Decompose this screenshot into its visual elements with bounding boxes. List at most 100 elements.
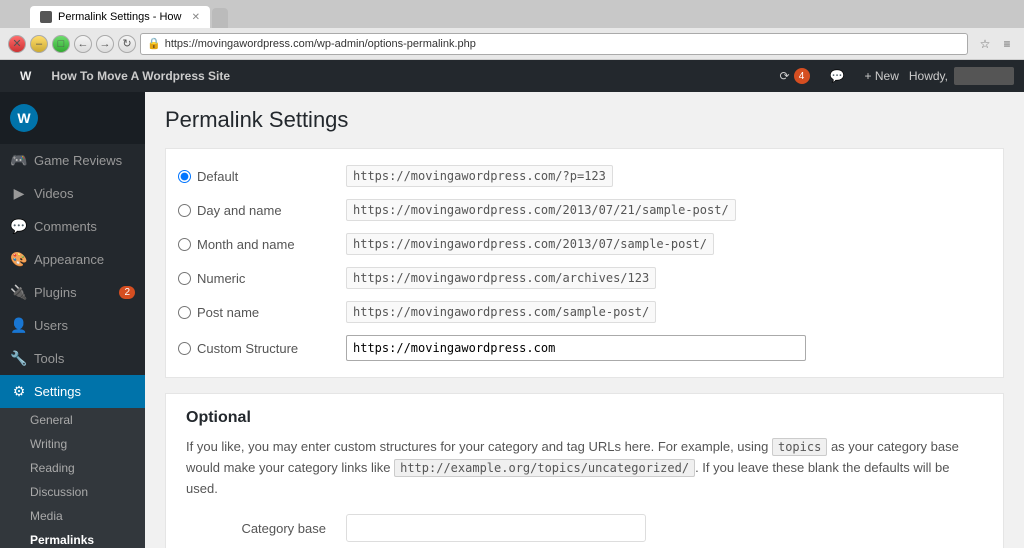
- radio-label-post-name[interactable]: Post name: [178, 305, 338, 320]
- radio-row-custom: Custom Structure: [166, 329, 1003, 367]
- sidebar-item-game-reviews[interactable]: 🎮 Game Reviews: [0, 144, 145, 177]
- radio-row-month-name: Month and name https://movingawordpress.…: [166, 227, 1003, 261]
- submenu-writing[interactable]: Writing: [0, 432, 145, 456]
- admin-bar-howdy: Howdy,: [909, 67, 1014, 85]
- appearance-icon: 🎨: [10, 251, 28, 268]
- radio-label-numeric[interactable]: Numeric: [178, 271, 338, 286]
- tab-favicon: [40, 11, 52, 23]
- browser-minimize-button[interactable]: –: [30, 35, 48, 53]
- sidebar: W 🎮 Game Reviews ▶ Videos 💬 Comments 🎨 A…: [0, 92, 145, 548]
- sidebar-item-tools[interactable]: 🔧 Tools: [0, 342, 145, 375]
- tab-close-button[interactable]: ✕: [192, 12, 200, 23]
- radio-day-name[interactable]: [178, 204, 191, 217]
- radio-text-month-name: Month and name: [197, 237, 295, 252]
- plugins-badge: 2: [119, 286, 135, 299]
- radio-numeric[interactable]: [178, 272, 191, 285]
- tab-bar: Permalink Settings - How ✕: [0, 0, 1024, 28]
- wp-logo-text: W: [20, 69, 31, 83]
- radio-text-custom: Custom Structure: [197, 341, 298, 356]
- howdy-text: Howdy,: [909, 69, 948, 83]
- sidebar-label-tools: Tools: [34, 351, 64, 366]
- bookmark-icon[interactable]: ☆: [976, 35, 994, 53]
- admin-bar-site-name[interactable]: How To Move A Wordpress Site: [41, 60, 769, 92]
- game-reviews-icon: 🎮: [10, 152, 28, 169]
- submenu-permalinks[interactable]: Permalinks: [0, 528, 145, 548]
- category-base-input[interactable]: [346, 514, 646, 542]
- optional-title: Optional: [186, 409, 983, 427]
- back-button[interactable]: ←: [74, 35, 92, 53]
- tab-label: Permalink Settings - How: [58, 11, 182, 23]
- active-tab[interactable]: Permalink Settings - How ✕: [30, 6, 210, 28]
- admin-bar-new[interactable]: + New: [855, 60, 909, 92]
- category-base-label: Category base: [186, 521, 336, 536]
- sidebar-label-users: Users: [34, 318, 68, 333]
- permalink-radio-table: Default https://movingawordpress.com/?p=…: [166, 149, 1003, 377]
- radio-text-numeric: Numeric: [197, 271, 245, 286]
- radio-text-day-name: Day and name: [197, 203, 282, 218]
- users-icon: 👤: [10, 317, 28, 334]
- forward-button[interactable]: →: [96, 35, 114, 53]
- sidebar-label-settings: Settings: [34, 384, 81, 399]
- settings-submenu: General Writing Reading Discussion Media…: [0, 408, 145, 548]
- submenu-media[interactable]: Media: [0, 504, 145, 528]
- permalink-options-section: Default https://movingawordpress.com/?p=…: [165, 148, 1004, 378]
- sidebar-label-comments: Comments: [34, 219, 97, 234]
- address-bar[interactable]: 🔒 https://movingawordpress.com/wp-admin/…: [140, 33, 968, 55]
- custom-structure-input[interactable]: [346, 335, 806, 361]
- comments-icon: 💬: [10, 218, 28, 235]
- optional-example-url: http://example.org/topics/uncategorized/: [394, 459, 695, 477]
- address-text: https://movingawordpress.com/wp-admin/op…: [165, 38, 476, 50]
- admin-bar-comments[interactable]: 💬: [820, 60, 855, 92]
- radio-month-name[interactable]: [178, 238, 191, 251]
- url-example-day-name: https://movingawordpress.com/2013/07/21/…: [346, 199, 736, 221]
- browser-toolbar: ✕ – □ ← → ↻ 🔒 https://movingawordpress.c…: [0, 28, 1024, 60]
- wp-admin-bar: W How To Move A Wordpress Site ⟳ 4 💬 + N…: [0, 60, 1024, 92]
- inactive-tab[interactable]: [212, 8, 228, 28]
- sidebar-logo[interactable]: W: [0, 92, 145, 144]
- radio-row-default: Default https://movingawordpress.com/?p=…: [166, 159, 1003, 193]
- radio-label-month-name[interactable]: Month and name: [178, 237, 338, 252]
- sidebar-item-comments[interactable]: 💬 Comments: [0, 210, 145, 243]
- browser-close-button[interactable]: ✕: [8, 35, 26, 53]
- plugins-icon: 🔌: [10, 284, 28, 301]
- optional-desc-text-1: If you like, you may enter custom struct…: [186, 439, 772, 454]
- sidebar-item-appearance[interactable]: 🎨 Appearance: [0, 243, 145, 276]
- url-example-default: https://movingawordpress.com/?p=123: [346, 165, 613, 187]
- sidebar-item-users[interactable]: 👤 Users: [0, 309, 145, 342]
- optional-section: Optional If you like, you may enter cust…: [165, 393, 1004, 548]
- videos-icon: ▶: [10, 185, 28, 202]
- browser-chrome: Permalink Settings - How ✕ ✕ – □ ← → ↻ 🔒…: [0, 0, 1024, 60]
- url-example-numeric: https://movingawordpress.com/archives/12…: [346, 267, 656, 289]
- radio-label-day-name[interactable]: Day and name: [178, 203, 338, 218]
- browser-right-icons: ☆ ≡: [976, 35, 1016, 53]
- settings-icon: ⚙: [10, 383, 28, 400]
- radio-row-day-name: Day and name https://movingawordpress.co…: [166, 193, 1003, 227]
- sidebar-item-settings[interactable]: ⚙ Settings: [0, 375, 145, 408]
- radio-row-numeric: Numeric https://movingawordpress.com/arc…: [166, 261, 1003, 295]
- main-layout: W 🎮 Game Reviews ▶ Videos 💬 Comments 🎨 A…: [0, 92, 1024, 548]
- submenu-reading[interactable]: Reading: [0, 456, 145, 480]
- menu-icon[interactable]: ≡: [998, 35, 1016, 53]
- radio-label-default[interactable]: Default: [178, 169, 338, 184]
- optional-code-topics: topics: [772, 438, 827, 456]
- admin-bar-updates[interactable]: ⟳ 4: [770, 60, 820, 92]
- sidebar-item-plugins[interactable]: 🔌 Plugins 2: [0, 276, 145, 309]
- admin-bar-username[interactable]: [954, 67, 1014, 85]
- radio-label-custom[interactable]: Custom Structure: [178, 341, 338, 356]
- radio-post-name[interactable]: [178, 306, 191, 319]
- optional-description: If you like, you may enter custom struct…: [186, 437, 983, 499]
- admin-bar-wp-logo[interactable]: W: [10, 60, 41, 92]
- new-label: + New: [865, 69, 899, 83]
- submenu-general[interactable]: General: [0, 408, 145, 432]
- ssl-lock-icon: 🔒: [147, 37, 161, 50]
- submenu-discussion[interactable]: Discussion: [0, 480, 145, 504]
- radio-custom[interactable]: [178, 342, 191, 355]
- wp-logo: W: [10, 104, 38, 132]
- sidebar-label-videos: Videos: [34, 186, 74, 201]
- reload-button[interactable]: ↻: [118, 35, 136, 53]
- radio-default[interactable]: [178, 170, 191, 183]
- browser-maximize-button[interactable]: □: [52, 35, 70, 53]
- category-base-row: Category base: [186, 514, 983, 542]
- sidebar-label-game-reviews: Game Reviews: [34, 153, 122, 168]
- sidebar-item-videos[interactable]: ▶ Videos: [0, 177, 145, 210]
